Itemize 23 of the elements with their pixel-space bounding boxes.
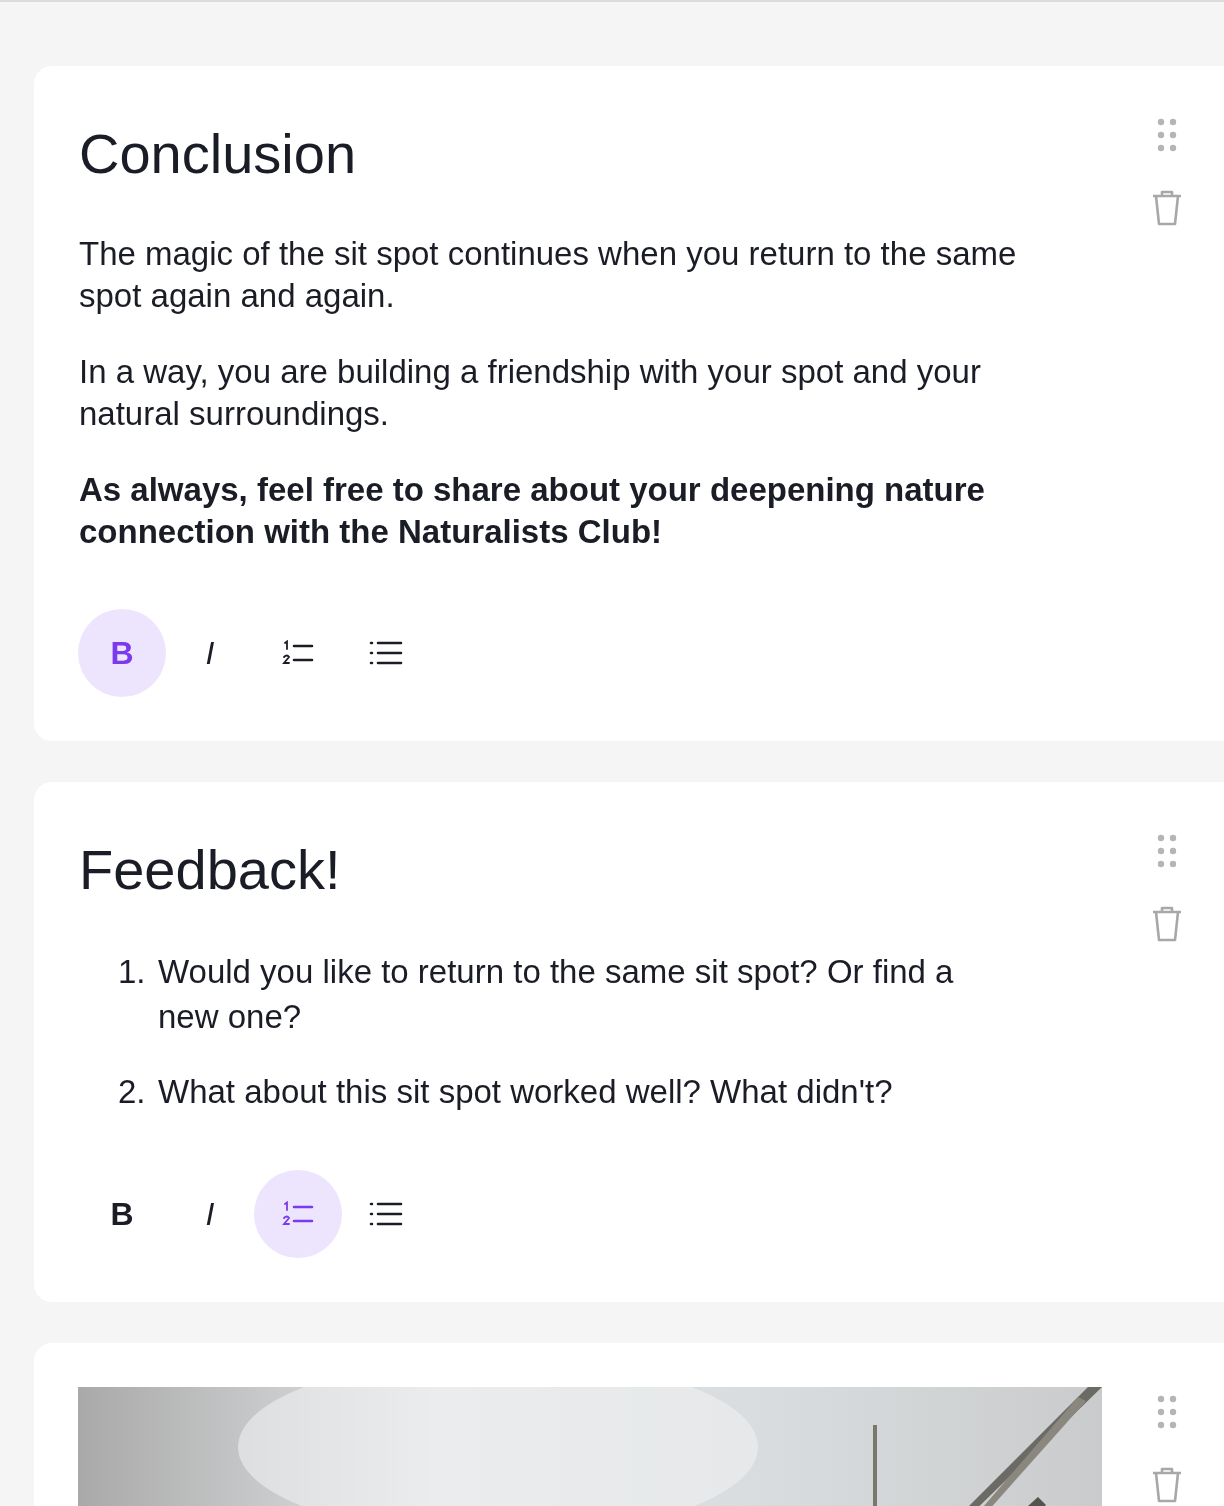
numbered-list-icon [282,640,314,667]
drag-handle-icon[interactable] [1156,1395,1178,1430]
numbered-list-icon [282,1201,314,1228]
italic-button[interactable]: I [166,1170,254,1259]
section-title: Conclusion [79,121,358,187]
bullet-list-icon [369,640,403,667]
italic-button[interactable]: I [166,609,254,698]
trash-icon[interactable] [1151,1467,1183,1504]
list-item-text: Would you like to return to the same sit spot? Or find a new one? [158,952,955,1038]
list-number: 1. [118,952,147,993]
paragraph: In a way, you are building a friendship with your spot and your natural surroundings. [79,352,982,435]
bold-button[interactable]: B [78,1170,166,1259]
list-item-text: What about this sit spot worked well? What didn't? [158,1072,893,1113]
list-number: 2. [118,1072,147,1113]
drag-handle-icon[interactable] [1156,834,1178,869]
trash-icon[interactable] [1151,906,1183,943]
paragraph: The magic of the sit spot continues when you return to the same spot again and again. [79,234,1018,317]
bullet-list-icon [369,1201,403,1228]
trash-icon[interactable] [1151,190,1183,226]
section-title: Feedback! [79,837,342,904]
paragraph: As always, feel free to share about your deepening nature connection with the Naturalists Club! [79,470,986,553]
bold-button[interactable]: B [78,609,166,698]
drag-handle-icon[interactable] [1156,118,1178,152]
